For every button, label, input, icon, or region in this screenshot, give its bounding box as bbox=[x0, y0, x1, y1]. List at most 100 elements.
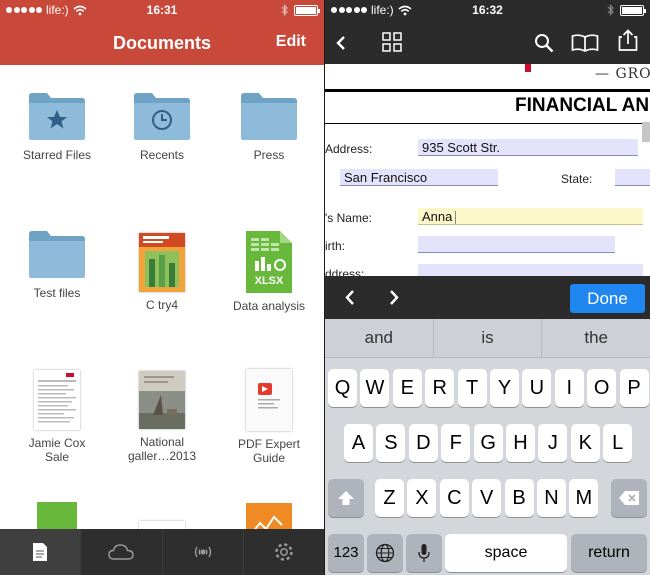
key-p[interactable]: P bbox=[619, 369, 649, 407]
shift-key[interactable] bbox=[328, 479, 364, 517]
microphone-icon bbox=[418, 544, 430, 563]
key-v[interactable]: V bbox=[472, 479, 502, 517]
suggestion-item[interactable]: and bbox=[325, 319, 434, 357]
national-gallery-document[interactable]: National galler…2013 bbox=[108, 371, 216, 463]
suggestion-item[interactable]: is bbox=[434, 319, 543, 357]
documents-header: life:) 16:31 Documents Edit bbox=[0, 0, 324, 65]
starred-files-folder[interactable]: Starred Files bbox=[3, 90, 111, 162]
bluetooth-icon bbox=[607, 4, 614, 16]
numbers-key[interactable]: 123 bbox=[328, 534, 364, 572]
suggestion-item[interactable]: the bbox=[542, 319, 650, 357]
folder-icon bbox=[29, 231, 85, 278]
state-label: State: bbox=[561, 172, 593, 186]
settings-tab-icon bbox=[275, 543, 293, 561]
next-field-icon[interactable] bbox=[388, 289, 400, 306]
edit-button[interactable]: Edit bbox=[276, 33, 306, 51]
key-l[interactable]: L bbox=[603, 424, 633, 462]
space-key[interactable]: space bbox=[445, 534, 567, 572]
cloud-tab[interactable] bbox=[81, 529, 163, 575]
item-label: C try4 bbox=[145, 298, 178, 312]
company-logo-text: — GROU bbox=[595, 66, 650, 82]
key-j[interactable]: J bbox=[538, 424, 568, 462]
key-s[interactable]: S bbox=[376, 424, 406, 462]
key-i[interactable]: I bbox=[554, 369, 584, 407]
form-document-thumbnail bbox=[34, 370, 80, 430]
battery-icon bbox=[294, 4, 320, 16]
status-bar: life:) 16:32 bbox=[325, 0, 650, 20]
keyboard: and is the QWERTYUIOP ASDFGHJKL ZXCVBNM 12… bbox=[325, 319, 650, 575]
address2-field[interactable] bbox=[418, 264, 643, 276]
key-q[interactable]: Q bbox=[328, 369, 357, 407]
status-time: 16:31 bbox=[146, 3, 178, 17]
key-y[interactable]: Y bbox=[490, 369, 519, 407]
key-o[interactable]: O bbox=[587, 369, 617, 407]
item-label: Press bbox=[253, 148, 285, 162]
key-k[interactable]: K bbox=[570, 424, 600, 462]
key-r[interactable]: R bbox=[425, 369, 455, 407]
address-field[interactable]: 935 Scott Str. bbox=[418, 139, 638, 156]
return-key[interactable]: return bbox=[571, 534, 647, 572]
pdf-editor-screen: life:) 16:32 — GROU FINANCIAL AN Address… bbox=[325, 0, 650, 575]
state-field[interactable] bbox=[615, 169, 650, 186]
reading-mode-icon[interactable] bbox=[571, 34, 599, 52]
star-folder-icon bbox=[29, 93, 85, 140]
heading-rule bbox=[325, 89, 650, 92]
status-time: 16:32 bbox=[472, 3, 503, 17]
item-label: Jamie Cox Sale bbox=[28, 436, 86, 464]
key-h[interactable]: H bbox=[506, 424, 535, 462]
key-c[interactable]: C bbox=[439, 479, 469, 517]
share-icon[interactable] bbox=[618, 29, 638, 51]
name-field[interactable]: Anna bbox=[418, 208, 643, 225]
grid-view-icon[interactable] bbox=[382, 32, 402, 52]
bottom-tab-bar bbox=[0, 529, 324, 575]
item-label: Starred Files bbox=[22, 148, 92, 162]
cloud-tab-icon bbox=[108, 544, 135, 560]
key-a[interactable]: A bbox=[344, 424, 373, 462]
guide-document-thumbnail bbox=[246, 369, 292, 431]
documents-screen: life:) 16:31 Documents Edit Starred File… bbox=[0, 0, 324, 575]
wifi-transfer-tab[interactable] bbox=[163, 529, 244, 575]
item-label: National galler…2013 bbox=[127, 435, 197, 463]
data-analysis-document[interactable]: XLSX Data analysis bbox=[215, 231, 323, 313]
pdf-expert-guide-document[interactable]: PDF Expert Guide bbox=[215, 369, 323, 465]
key-u[interactable]: U bbox=[522, 369, 552, 407]
previous-field-icon[interactable] bbox=[344, 289, 356, 306]
key-x[interactable]: X bbox=[407, 479, 437, 517]
key-d[interactable]: D bbox=[408, 424, 438, 462]
bluetooth-icon bbox=[281, 4, 288, 16]
documents-tab[interactable] bbox=[0, 529, 82, 575]
jamie-cox-sale-document[interactable]: Jamie Cox Sale bbox=[3, 370, 111, 464]
key-b[interactable]: B bbox=[504, 479, 534, 517]
press-folder[interactable]: Press bbox=[215, 90, 323, 162]
keyboard-accessory-bar: Done bbox=[325, 276, 650, 319]
status-bar: life:) 16:31 bbox=[0, 0, 324, 20]
key-m[interactable]: M bbox=[569, 479, 599, 517]
dictation-key[interactable] bbox=[406, 534, 442, 572]
key-w[interactable]: W bbox=[360, 369, 390, 407]
recents-folder[interactable]: Recents bbox=[108, 90, 216, 162]
globe-key[interactable] bbox=[367, 534, 403, 572]
city-field[interactable]: San Francisco bbox=[340, 169, 498, 186]
key-g[interactable]: G bbox=[473, 424, 503, 462]
key-t[interactable]: T bbox=[457, 369, 487, 407]
key-e[interactable]: E bbox=[392, 369, 422, 407]
search-icon[interactable] bbox=[534, 33, 554, 53]
delete-key[interactable] bbox=[611, 479, 647, 517]
back-chevron-icon[interactable] bbox=[335, 35, 347, 51]
folder-icon bbox=[241, 93, 297, 140]
key-z[interactable]: Z bbox=[375, 479, 404, 517]
test-files-folder[interactable]: Test files bbox=[3, 228, 111, 300]
birth-field[interactable] bbox=[418, 236, 615, 253]
done-button[interactable]: Done bbox=[570, 284, 645, 313]
settings-tab[interactable] bbox=[244, 529, 324, 575]
page-scrollbar[interactable] bbox=[642, 122, 650, 142]
globe-icon bbox=[375, 543, 395, 563]
logo-mark bbox=[525, 64, 531, 72]
c-try4-document[interactable]: C try4 bbox=[108, 233, 216, 312]
book-cover-thumbnail bbox=[139, 233, 185, 292]
painting-document-thumbnail bbox=[139, 371, 185, 429]
key-f[interactable]: F bbox=[441, 424, 471, 462]
xlsx-badge: XLSX bbox=[254, 275, 284, 287]
battery-icon bbox=[620, 4, 646, 16]
key-n[interactable]: N bbox=[537, 479, 566, 517]
